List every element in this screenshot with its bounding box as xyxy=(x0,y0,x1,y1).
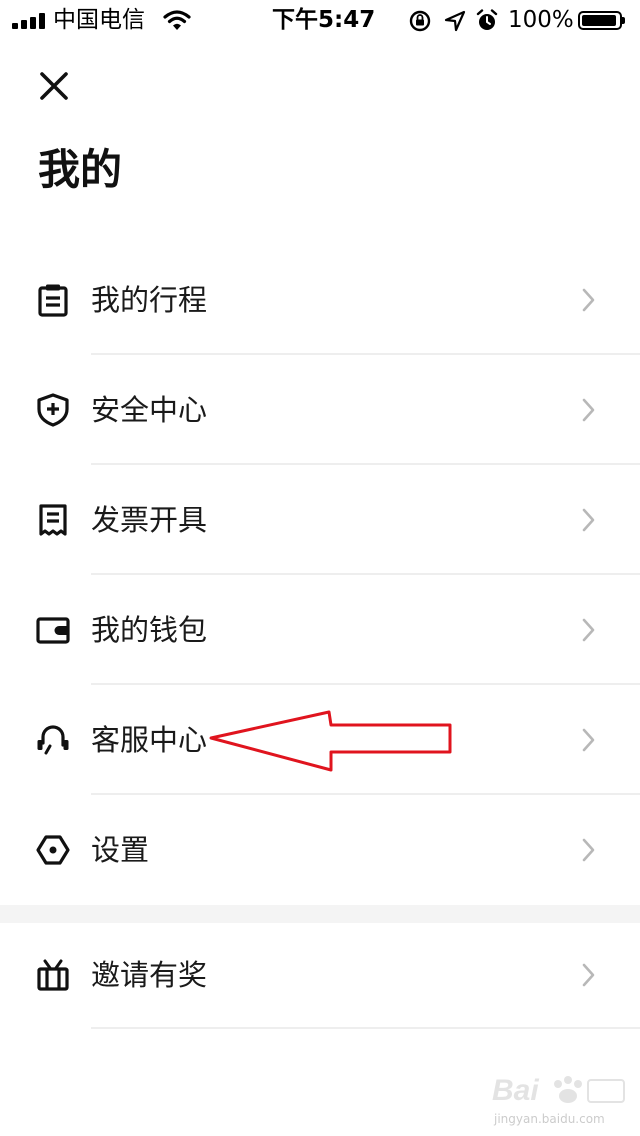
watermark-url: jingyan.baidu.com xyxy=(494,1112,605,1126)
menu-item-safety-center[interactable]: 安全中心 xyxy=(0,355,640,465)
menu-item-label: 设置 xyxy=(91,833,150,867)
baidu-jingyan-logo-icon: Bai xyxy=(492,1074,625,1107)
chevron-right-icon xyxy=(582,288,595,312)
gift-icon xyxy=(37,959,69,991)
clipboard-icon xyxy=(38,284,68,317)
wifi-icon xyxy=(163,10,191,30)
divider xyxy=(91,1027,640,1029)
carrier-name: 中国电信 xyxy=(53,7,145,33)
chevron-right-icon xyxy=(582,398,595,422)
battery-icon xyxy=(578,11,625,30)
status-time: 下午5:47 xyxy=(272,7,376,33)
svg-text:Bai: Bai xyxy=(492,1074,539,1107)
menu-item-label: 我的行程 xyxy=(91,283,208,317)
cellular-signal-icon xyxy=(12,13,48,29)
menu-item-label: 客服中心 xyxy=(91,723,208,757)
close-icon[interactable] xyxy=(34,66,74,106)
chevron-right-icon xyxy=(582,838,595,862)
chevron-right-icon xyxy=(582,618,595,642)
battery-percentage: 100% xyxy=(508,7,574,33)
menu-item-label: 我的钱包 xyxy=(91,613,208,647)
chevron-right-icon xyxy=(582,508,595,532)
menu-item-wallet[interactable]: 我的钱包 xyxy=(0,575,640,685)
page-title: 我的 xyxy=(38,145,123,194)
menu-item-label: 发票开具 xyxy=(91,503,208,537)
hexagon-settings-icon xyxy=(36,835,70,865)
profile-menu: 我的行程 安全中心 发票开具 我的钱包 客服中心 设置 邀请有奖 xyxy=(0,245,640,1029)
menu-item-customer-service[interactable]: 客服中心 xyxy=(0,685,640,795)
receipt-icon xyxy=(39,504,67,536)
alarm-clock-icon xyxy=(476,9,498,30)
menu-item-label: 安全中心 xyxy=(91,393,208,427)
location-arrow-icon xyxy=(444,10,466,32)
watermark: Bai jingyan.baidu.com xyxy=(490,1068,630,1132)
chevron-right-icon xyxy=(582,728,595,752)
section-separator xyxy=(0,905,640,923)
wallet-icon xyxy=(36,617,70,644)
headset-icon xyxy=(37,725,69,755)
menu-item-invoice[interactable]: 发票开具 xyxy=(0,465,640,575)
menu-item-invite-rewards[interactable]: 邀请有奖 xyxy=(0,923,640,1029)
shield-plus-icon xyxy=(37,393,69,427)
chevron-right-icon xyxy=(582,963,595,987)
rotation-lock-icon xyxy=(409,10,431,32)
status-bar: 中国电信 下午5:47 100% xyxy=(0,0,640,40)
menu-item-settings[interactable]: 设置 xyxy=(0,795,640,905)
menu-item-label: 邀请有奖 xyxy=(91,958,208,992)
menu-item-trips[interactable]: 我的行程 xyxy=(0,245,640,355)
